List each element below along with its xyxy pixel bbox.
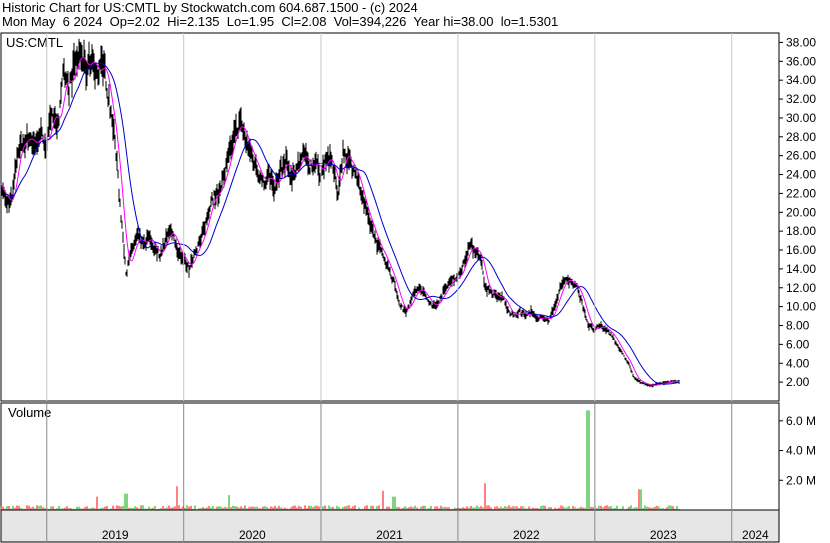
stock-chart: US:CMTL 2.00 4.00 6.00 8.00 10.00 12.00 14.00 1… xyxy=(0,32,816,543)
price-tick-label: 32.00 xyxy=(786,92,816,106)
volume-tick-label: 4.0 M xyxy=(786,444,816,458)
volume-panel-frame xyxy=(0,402,780,511)
short-moving-average-line xyxy=(0,56,679,386)
price-series xyxy=(0,38,680,388)
price-tick-label: 8.00 xyxy=(786,319,810,333)
year-label: 2023 xyxy=(650,528,677,542)
volume-up-bars xyxy=(6,410,680,510)
price-tick-label: 14.00 xyxy=(786,262,816,276)
price-tick-label: 6.00 xyxy=(786,337,810,351)
price-tick-label: 12.00 xyxy=(786,281,816,295)
price-panel-frame xyxy=(0,32,780,402)
year-label: 2019 xyxy=(102,528,129,542)
price-tick-label: 22.00 xyxy=(786,186,816,200)
price-tick-label: 38.00 xyxy=(786,35,816,49)
price-tick-label: 18.00 xyxy=(786,224,816,238)
volume-label: Volume xyxy=(8,405,51,420)
year-label: 2020 xyxy=(239,528,266,542)
symbol-label: US:CMTL xyxy=(6,35,63,50)
price-tick-label: 16.00 xyxy=(786,243,816,257)
price-tick-label: 2.00 xyxy=(786,375,810,389)
price-tick-label: 24.00 xyxy=(786,168,816,182)
price-tick-label: 34.00 xyxy=(786,73,816,87)
price-tick-label: 10.00 xyxy=(786,300,816,314)
price-tick-label: 20.00 xyxy=(786,205,816,219)
year-label: 2021 xyxy=(376,528,403,542)
year-label: 2024 xyxy=(742,528,769,542)
volume-tick-label: 6.0 M xyxy=(786,414,816,428)
volume-bars xyxy=(0,410,680,510)
price-tick-label: 36.00 xyxy=(786,54,816,68)
volume-tick-label: 2.0 M xyxy=(786,473,816,487)
price-tick-label: 28.00 xyxy=(786,130,816,144)
year-label: 2022 xyxy=(513,528,540,542)
price-tick-label: 4.00 xyxy=(786,356,810,370)
price-tick-label: 30.00 xyxy=(786,111,816,125)
price-tick-label: 26.00 xyxy=(786,149,816,163)
price-bars xyxy=(0,38,680,388)
volume-y-axis: 2.0 M 4.0 M 6.0 M xyxy=(779,414,816,487)
price-y-axis: 2.00 4.00 6.00 8.00 10.00 12.00 14.00 16.00 18.0… xyxy=(779,35,816,389)
long-moving-average-line xyxy=(6,62,680,385)
